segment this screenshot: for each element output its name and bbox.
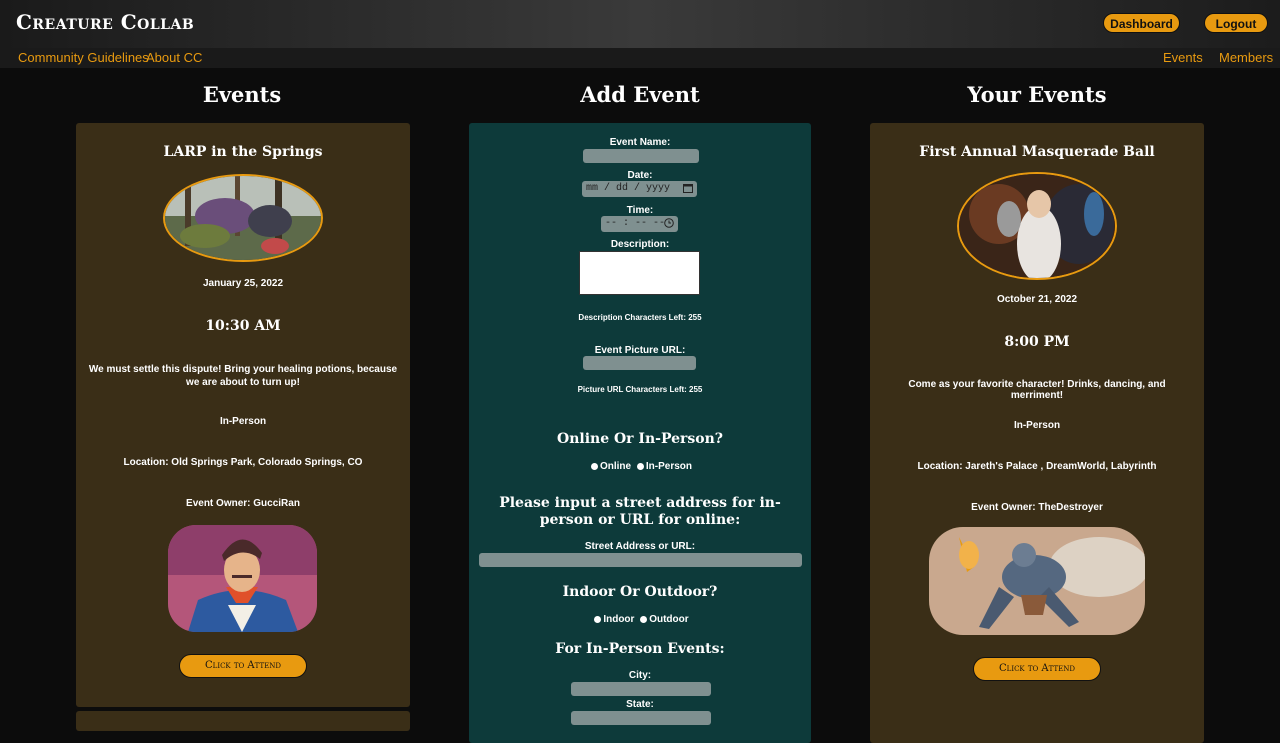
event-description: Come as your favorite character! Drinks,… <box>908 379 1166 401</box>
outdoor-radio[interactable] <box>640 616 648 623</box>
date-label: Date: <box>627 170 653 181</box>
indoor-heading: Indoor Or Outdoor? <box>562 584 718 600</box>
your-event-card: First Annual Masquerade Ball October 21,… <box>870 123 1204 743</box>
event-time: 8:00 PM <box>1004 334 1070 350</box>
event-name-input[interactable] <box>583 149 699 163</box>
indoor-radio[interactable] <box>594 616 602 623</box>
your-events-heading: Your Events <box>967 82 1107 107</box>
event-image <box>163 174 323 262</box>
outdoor-option-label: Outdoor <box>649 614 689 625</box>
time-label: Time: <box>626 205 654 216</box>
event-card-next <box>76 711 410 731</box>
event-location: Location: Old Springs Park, Colorado Spr… <box>123 457 363 468</box>
event-title: First Annual Masquerade Ball <box>919 144 1155 160</box>
inperson-heading: For In-Person Events: <box>555 641 725 657</box>
picture-url-label: Event Picture URL: <box>594 345 686 356</box>
event-name-label: Event Name: <box>609 137 671 148</box>
calendar-icon[interactable] <box>683 183 693 193</box>
date-input[interactable]: mm / dd / yyyy <box>582 181 697 197</box>
event-owner: Event Owner: TheDestroyer <box>971 502 1103 513</box>
address-input[interactable] <box>479 553 802 567</box>
brand-logo[interactable]: Creature Collab <box>16 10 194 34</box>
add-event-heading: Add Event <box>580 82 700 107</box>
attend-button[interactable]: Click to Attend <box>179 654 307 678</box>
state-label: State: <box>626 699 654 710</box>
event-description: We must settle this dispute! Bring your … <box>88 364 398 388</box>
online-heading: Online Or In-Person? <box>557 431 723 447</box>
event-mode: In-Person <box>219 416 267 427</box>
event-mode: In-Person <box>1013 420 1061 431</box>
online-radio-group: Online In-Person <box>469 461 811 472</box>
event-location: Location: Jareth's Palace , DreamWorld, … <box>917 461 1157 472</box>
nav-about-cc[interactable]: About CC <box>146 50 202 65</box>
owner-avatar <box>168 525 317 632</box>
description-textarea[interactable] <box>579 251 700 295</box>
event-owner: Event Owner: GucciRan <box>186 498 300 509</box>
clock-icon[interactable] <box>664 218 674 228</box>
date-placeholder: mm / dd / yyyy <box>586 183 671 194</box>
nav-community-guidelines[interactable]: Community Guidelines <box>18 50 149 65</box>
add-event-form: Event Name: Date: mm / dd / yyyy Time: -… <box>469 123 811 743</box>
event-title: LARP in the Springs <box>163 144 323 160</box>
description-label: Description: <box>610 239 670 250</box>
inperson-radio[interactable] <box>636 463 644 470</box>
time-placeholder: -- : -- -- <box>605 218 666 229</box>
city-input[interactable] <box>571 682 711 696</box>
top-navbar: Creature Collab Dashboard Logout <box>0 0 1280 48</box>
city-label: City: <box>628 670 652 681</box>
picture-url-chars-left: Picture URL Characters Left: 255 <box>577 385 703 394</box>
event-date: October 21, 2022 <box>996 294 1078 305</box>
address-label: Street Address or URL: <box>584 541 696 552</box>
nav-members[interactable]: Members <box>1219 50 1273 65</box>
sub-navbar: Community Guidelines About CC Events Mem… <box>0 48 1280 68</box>
nav-events[interactable]: Events <box>1163 50 1203 65</box>
inperson-option-label: In-Person <box>645 461 693 472</box>
state-input[interactable] <box>571 711 711 725</box>
indoor-option-label: Indoor <box>603 614 635 625</box>
time-input[interactable]: -- : -- -- <box>601 216 678 232</box>
event-card: LARP in the Springs January 25, 2022 10:… <box>76 123 410 707</box>
event-date: January 25, 2022 <box>202 278 284 289</box>
online-radio[interactable] <box>590 463 598 470</box>
event-time: 10:30 AM <box>205 318 281 334</box>
owner-avatar <box>929 527 1145 635</box>
description-chars-left: Description Characters Left: 255 <box>578 313 702 322</box>
logout-button[interactable]: Logout <box>1204 13 1268 33</box>
dashboard-button[interactable]: Dashboard <box>1103 13 1180 33</box>
online-option-label: Online <box>599 461 632 472</box>
indoor-radio-group: Indoor Outdoor <box>469 614 811 625</box>
event-image <box>957 172 1117 280</box>
picture-url-input[interactable] <box>583 356 696 370</box>
address-heading: Please input a street address for in-per… <box>499 495 781 528</box>
attend-button[interactable]: Click to Attend <box>973 657 1101 681</box>
events-heading: Events <box>202 82 282 107</box>
